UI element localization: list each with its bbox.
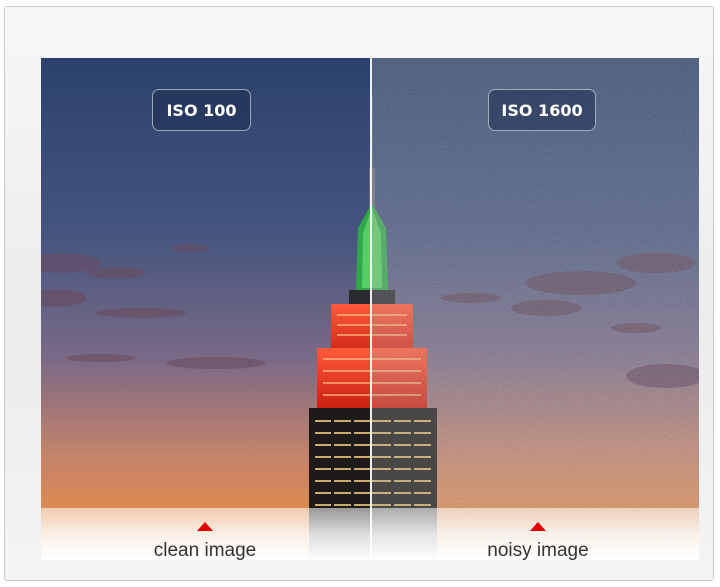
noisy-image-caption: noisy image xyxy=(438,522,638,560)
noisy-image-label: noisy image xyxy=(487,540,589,560)
triangle-marker-icon xyxy=(530,522,546,531)
comparison-frame: ISO 100 ISO 1600 clean image noisy image xyxy=(4,6,714,581)
iso-1600-badge: ISO 1600 xyxy=(488,89,596,131)
clean-image-caption: clean image xyxy=(105,522,305,560)
iso-100-badge: ISO 100 xyxy=(152,89,251,131)
clean-image-label: clean image xyxy=(153,540,257,560)
comparison-photo: ISO 100 ISO 1600 clean image noisy image xyxy=(41,58,699,560)
empire-state-photo xyxy=(41,58,699,560)
triangle-marker-icon xyxy=(197,522,213,531)
